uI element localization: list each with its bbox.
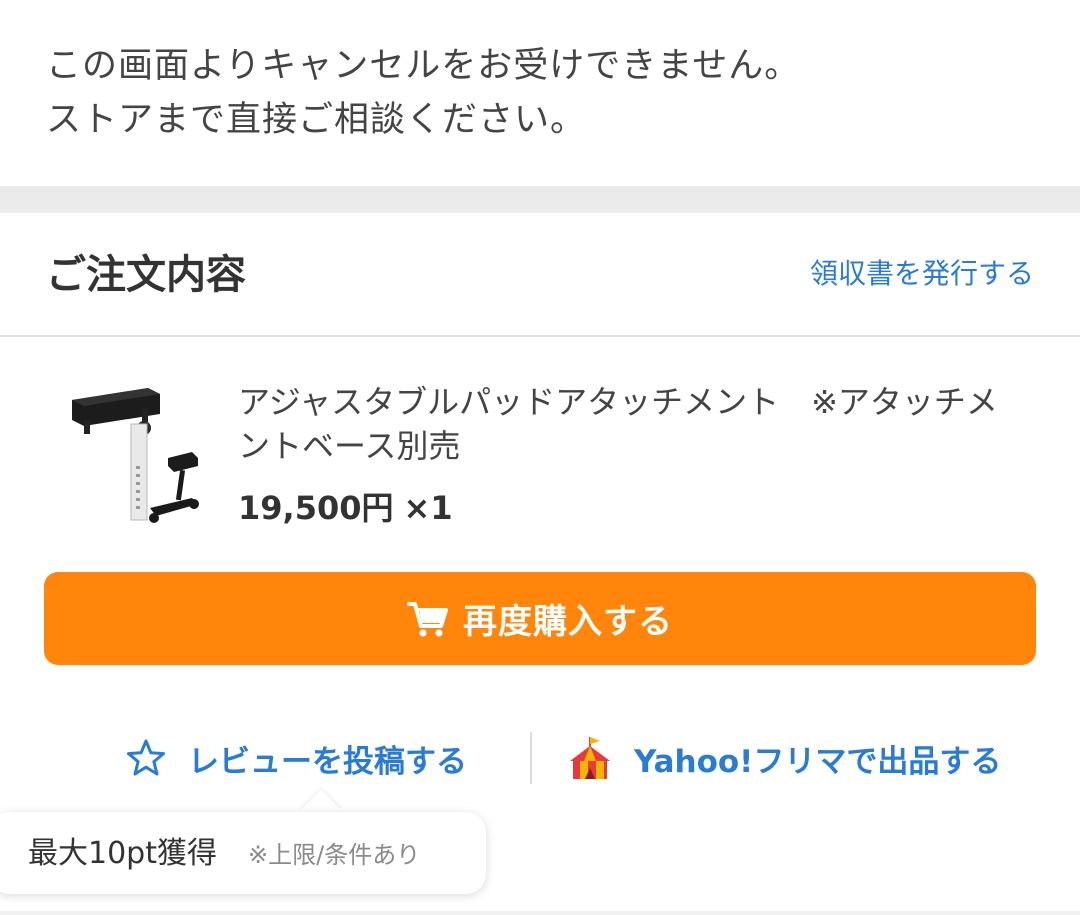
cancel-notice: この画面よりキャンセルをお受けできません。 ストアまで直接ご相談ください。 [0,0,1080,186]
section-gap [0,186,1080,213]
item-name[interactable]: アジャスタブルパッドアタッチメント ※アタッチメントベース別売 [238,380,1028,468]
notice-line-2: ストアまで直接ご相談ください。 [46,100,587,140]
rebuy-label: 再度購入する [463,602,673,642]
yahoo-flea-market-link[interactable]: Yahoo!フリマで出品する [568,728,1001,788]
tooltip-points-text: 最大10pt獲得 [28,836,217,871]
yahoo-flea-market-label: Yahoo!フリマで出品する [634,743,1002,780]
star-outline-icon [126,738,166,778]
notice-line-1: この画面よりキャンセルをお受けできません。 [46,46,801,86]
item-price: 19,500円 [238,489,394,527]
rebuy-button[interactable]: 再度購入する [44,572,1036,665]
item-quantity: ×1 [403,489,453,527]
cart-icon [407,601,448,636]
tooltip-conditions-text: ※上限/条件あり [248,841,421,869]
bottom-edge [0,911,1080,915]
action-separator [530,732,532,784]
product-thumbnail[interactable] [64,380,204,540]
order-section-title: ご注文内容 [46,252,246,298]
item-price-row: 19,500円 ×1 [238,486,453,530]
issue-receipt-link[interactable]: 領収書を発行する [810,256,1034,292]
post-review-label: レビューを投稿する [188,743,467,780]
post-review-link[interactable]: レビューを投稿する [126,728,467,788]
circus-tent-icon [568,735,612,781]
divider [0,335,1080,337]
